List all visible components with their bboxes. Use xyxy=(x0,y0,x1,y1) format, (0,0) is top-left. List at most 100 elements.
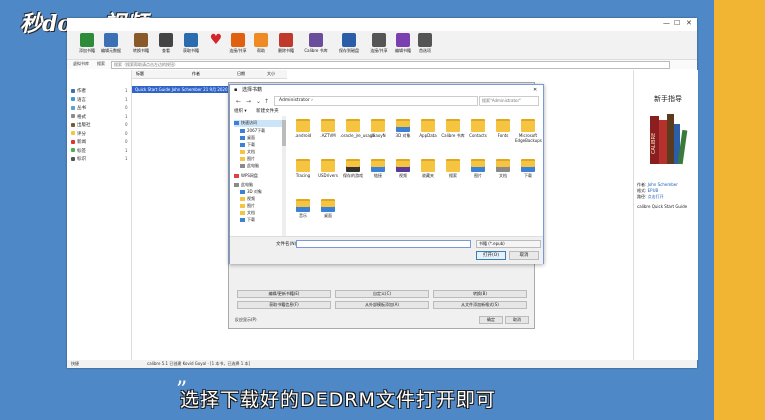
dropdown-icon[interactable]: ⌄ xyxy=(256,98,261,105)
tree-item[interactable]: 图片 xyxy=(240,203,255,210)
file-item[interactable]: Microsoft EdgeBackups xyxy=(515,119,542,143)
back-icon[interactable]: ← xyxy=(236,98,241,105)
column-header[interactable]: 作者 xyxy=(192,71,200,77)
nav-scrollbar[interactable] xyxy=(282,116,286,236)
file-item[interactable]: .android xyxy=(290,119,316,138)
cancel-button[interactable]: 取消 xyxy=(505,316,529,324)
tag-category[interactable]: 丛书 xyxy=(71,105,86,112)
tag-category[interactable]: 出版社 xyxy=(71,122,91,129)
tree-item[interactable]: 此电脑 xyxy=(240,163,259,170)
file-item[interactable]: 桌面 xyxy=(315,199,341,219)
folder-search-input[interactable]: 搜索"Administrator" xyxy=(479,96,539,106)
action-button-2[interactable]: 自定义(C) xyxy=(335,290,429,298)
column-header[interactable]: 标题 xyxy=(136,71,144,77)
folder-icon xyxy=(446,119,460,132)
action-button-3[interactable]: 转换(B) xyxy=(433,290,527,298)
toolbar-button-3[interactable]: 转换书籍 xyxy=(127,33,155,54)
toolbar-button-11[interactable]: 保存到磁盘 xyxy=(335,33,363,54)
folder-icon xyxy=(471,119,485,132)
tag-category[interactable]: 作者 xyxy=(71,88,86,95)
organize-menu[interactable]: 组织 ▾ xyxy=(234,109,247,114)
toolbar-button-4[interactable]: 查看 xyxy=(152,33,180,54)
file-item[interactable]: AppData xyxy=(415,119,441,138)
action-button-6[interactable]: 从文件添加新格式(S) xyxy=(433,301,527,309)
file-item[interactable]: Calibre 书库 xyxy=(440,119,466,139)
toolbar-button-5[interactable]: 获取书籍 xyxy=(177,33,205,54)
file-label: 搜索 xyxy=(449,173,457,178)
tree-item[interactable]: 2067下载 xyxy=(240,128,265,135)
search-input[interactable]: 搜索（搜索帮助请点击左边的按钮） xyxy=(111,61,670,69)
action-button-4[interactable]: 获取书籍信息(F) xyxy=(237,301,331,309)
tag-category[interactable]: 新闻 xyxy=(71,139,86,146)
dialog-cancel-button[interactable]: 取消 xyxy=(509,251,539,260)
file-item[interactable]: 3D 对象 xyxy=(390,119,416,139)
dialog-close-icon[interactable]: ✕ xyxy=(533,85,537,95)
toolbar-button-9[interactable]: 删除书籍 xyxy=(272,33,300,54)
toolbar-button-2[interactable]: 编辑元数据 xyxy=(97,33,125,54)
tag-category[interactable]: 标签 xyxy=(71,148,86,155)
file-item[interactable]: 视频 xyxy=(390,159,416,179)
maximize-icon[interactable]: ☐ xyxy=(674,19,680,27)
tag-category[interactable]: 语言 xyxy=(71,97,86,104)
file-item[interactable]: .oracle_jre_usage xyxy=(340,119,375,138)
tree-item[interactable]: 下载 xyxy=(240,142,255,149)
tree-item[interactable]: 文档 xyxy=(240,210,255,217)
file-item[interactable]: .XiaoyN xyxy=(365,119,391,138)
up-icon[interactable]: ↑ xyxy=(264,98,269,105)
open-button[interactable]: 打开(O) xyxy=(476,251,506,260)
column-header[interactable]: 日期 xyxy=(237,71,245,77)
action-button-5[interactable]: 从外部模板添加(A) xyxy=(335,301,429,309)
tree-item[interactable]: 快速访问 xyxy=(234,120,282,127)
file-label: Contacts xyxy=(469,133,487,138)
tree-item[interactable]: 文档 xyxy=(240,149,255,156)
tree-item[interactable]: 视频 xyxy=(240,196,255,203)
tag-category[interactable]: 格式 xyxy=(71,114,86,121)
filetype-select[interactable]: 书籍 (*.epub) xyxy=(476,240,541,248)
close-icon[interactable]: ✕ xyxy=(686,19,692,27)
view-icon xyxy=(159,33,173,47)
status-left[interactable]: 快捷 xyxy=(71,361,79,367)
tree-item[interactable]: 桌面 xyxy=(240,135,255,142)
virtual-library-label[interactable]: 虚拟书库 xyxy=(73,61,89,67)
tree-item[interactable]: 图片 xyxy=(240,156,255,163)
tree-item[interactable]: 3D 对象 xyxy=(240,189,262,196)
tree-item[interactable]: 此电脑 xyxy=(234,182,253,189)
toolbar-button-10[interactable]: Calibre 书库 xyxy=(302,33,330,54)
toolbar-button-8[interactable]: 帮助 xyxy=(247,33,275,54)
file-item[interactable]: 图片 xyxy=(465,159,491,179)
tag-category[interactable]: 评分 xyxy=(71,131,86,138)
file-item[interactable]: 音乐 xyxy=(290,199,316,219)
file-item[interactable]: Tracing xyxy=(290,159,316,178)
column-header[interactable]: 大小 xyxy=(267,71,275,77)
file-item[interactable]: Fonts xyxy=(490,119,516,138)
address-bar[interactable]: Administrator › xyxy=(274,96,478,106)
toolbar-button-14[interactable]: 首选项 xyxy=(411,33,439,54)
tree-item[interactable]: 下载 xyxy=(240,217,255,224)
minimize-icon[interactable]: — xyxy=(663,19,670,27)
nav-scroll-thumb[interactable] xyxy=(282,120,286,146)
preview-checkbox[interactable]: 反应显示(P) xyxy=(235,317,257,323)
file-label: Fonts xyxy=(497,133,509,138)
folder-icon xyxy=(521,159,535,172)
new-folder-button[interactable]: 新建文件夹 xyxy=(256,109,279,114)
file-item[interactable]: 保存的游戏 xyxy=(340,159,366,179)
file-item[interactable]: 搜索 xyxy=(440,159,466,179)
forward-icon[interactable]: → xyxy=(246,98,251,105)
save-icon xyxy=(342,33,356,47)
file-label: 下载 xyxy=(524,173,532,178)
file-item[interactable]: USDrivers xyxy=(315,159,341,178)
book-list-header: 标题 作者 日期 大小 xyxy=(132,70,287,79)
file-item[interactable]: Contacts xyxy=(465,119,491,138)
tree-item[interactable]: WPS网盘 xyxy=(234,173,258,180)
action-button-1[interactable]: 编辑/更新书籍(E) xyxy=(237,290,331,298)
file-item[interactable]: 下载 xyxy=(515,159,541,179)
file-item[interactable]: 链接 xyxy=(365,159,391,179)
file-item[interactable]: .AZTVM xyxy=(315,119,341,138)
file-item[interactable]: 文档 xyxy=(490,159,516,179)
open-file-dialog: ▪ 选择书籍 ✕ ← → ⌄ ↑ Administrator › 搜索"Admi… xyxy=(229,84,544,264)
ok-button[interactable]: 确定 xyxy=(479,316,503,324)
file-label: Tracing xyxy=(295,173,311,178)
filename-input[interactable] xyxy=(296,240,471,248)
file-item[interactable]: 收藏夹 xyxy=(415,159,441,179)
tag-category[interactable]: 标识 xyxy=(71,156,86,163)
